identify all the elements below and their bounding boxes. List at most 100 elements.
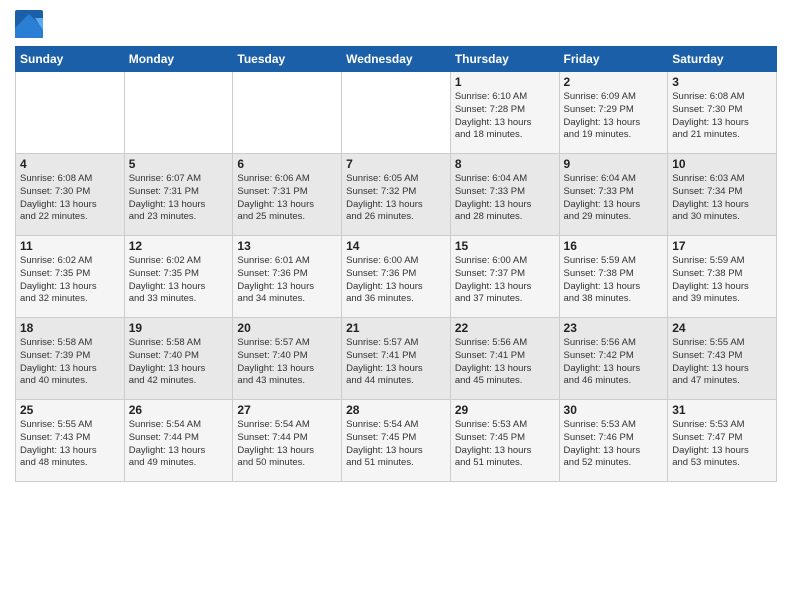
day-info: Sunrise: 5:59 AM Sunset: 7:38 PM Dayligh… bbox=[672, 255, 772, 306]
week-row-3: 11 Sunrise: 6:02 AM Sunset: 7:35 PM Dayli… bbox=[16, 236, 777, 318]
day-number: 5 bbox=[129, 157, 229, 171]
day-number: 24 bbox=[672, 321, 772, 335]
day-cell: 13Sunrise: 6:01 AM Sunset: 7:36 PM Dayli… bbox=[233, 236, 342, 318]
calendar-page: SundayMondayTuesdayWednesdayThursdayFrid… bbox=[0, 0, 792, 612]
day-info: Sunrise: 5:54 AM Sunset: 7:44 PM Dayligh… bbox=[237, 419, 337, 470]
day-info: Sunrise: 5:53 AM Sunset: 7:46 PM Dayligh… bbox=[564, 419, 664, 470]
day-info: Sunrise: 6:00 AM Sunset: 7:36 PM Dayligh… bbox=[346, 255, 446, 306]
day-cell: 26 Sunrise: 5:54 AM Sunset: 7:44 PM Dayli… bbox=[124, 400, 233, 482]
day-number: 3 bbox=[672, 75, 772, 89]
day-info: Sunrise: 6:05 AM Sunset: 7:32 PM Dayligh… bbox=[346, 173, 446, 224]
day-cell: 9 Sunrise: 6:04 AM Sunset: 7:33 PM Daylig… bbox=[559, 154, 668, 236]
day-cell: 29 Sunrise: 5:53 AM Sunset: 7:45 PM Dayli… bbox=[450, 400, 559, 482]
day-cell: 31Sunrise: 5:53 AM Sunset: 7:47 PM Dayli… bbox=[668, 400, 777, 482]
day-info: Sunrise: 6:10 AM Sunset: 7:28 PM Dayligh… bbox=[455, 91, 555, 142]
day-number: 12 bbox=[129, 239, 229, 253]
day-cell: 5 Sunrise: 6:07 AM Sunset: 7:31 PM Daylig… bbox=[124, 154, 233, 236]
day-cell: 11 Sunrise: 6:02 AM Sunset: 7:35 PM Dayli… bbox=[16, 236, 125, 318]
header-day-tuesday: Tuesday bbox=[233, 47, 342, 72]
day-number: 2 bbox=[564, 75, 664, 89]
day-number: 21 bbox=[346, 321, 446, 335]
day-number: 10 bbox=[672, 157, 772, 171]
day-number: 13 bbox=[237, 239, 337, 253]
day-number: 22 bbox=[455, 321, 555, 335]
day-info: Sunrise: 6:07 AM Sunset: 7:31 PM Dayligh… bbox=[129, 173, 229, 224]
day-cell: 10 Sunrise: 6:03 AM Sunset: 7:34 PM Dayli… bbox=[668, 154, 777, 236]
day-number: 11 bbox=[20, 239, 120, 253]
day-cell: 4Sunrise: 6:08 AM Sunset: 7:30 PM Daylig… bbox=[16, 154, 125, 236]
day-info: Sunrise: 5:56 AM Sunset: 7:41 PM Dayligh… bbox=[455, 337, 555, 388]
day-number: 26 bbox=[129, 403, 229, 417]
day-cell: 28 Sunrise: 5:54 AM Sunset: 7:45 PM Dayli… bbox=[342, 400, 451, 482]
day-cell: 12Sunrise: 6:02 AM Sunset: 7:35 PM Dayli… bbox=[124, 236, 233, 318]
day-number: 18 bbox=[20, 321, 120, 335]
day-info: Sunrise: 5:56 AM Sunset: 7:42 PM Dayligh… bbox=[564, 337, 664, 388]
day-number: 28 bbox=[346, 403, 446, 417]
day-info: Sunrise: 5:55 AM Sunset: 7:43 PM Dayligh… bbox=[20, 419, 120, 470]
week-row-2: 4Sunrise: 6:08 AM Sunset: 7:30 PM Daylig… bbox=[16, 154, 777, 236]
day-number: 25 bbox=[20, 403, 120, 417]
day-number: 17 bbox=[672, 239, 772, 253]
day-number: 9 bbox=[564, 157, 664, 171]
day-cell bbox=[342, 72, 451, 154]
calendar-table: SundayMondayTuesdayWednesdayThursdayFrid… bbox=[15, 46, 777, 482]
day-cell: 23 Sunrise: 5:56 AM Sunset: 7:42 PM Dayli… bbox=[559, 318, 668, 400]
day-number: 7 bbox=[346, 157, 446, 171]
day-info: Sunrise: 5:58 AM Sunset: 7:39 PM Dayligh… bbox=[20, 337, 120, 388]
day-cell: 20 Sunrise: 5:57 AM Sunset: 7:40 PM Dayli… bbox=[233, 318, 342, 400]
day-info: Sunrise: 6:04 AM Sunset: 7:33 PM Dayligh… bbox=[564, 173, 664, 224]
day-number: 27 bbox=[237, 403, 337, 417]
header-day-monday: Monday bbox=[124, 47, 233, 72]
day-number: 4 bbox=[20, 157, 120, 171]
day-number: 20 bbox=[237, 321, 337, 335]
day-cell: 3 Sunrise: 6:08 AM Sunset: 7:30 PM Daylig… bbox=[668, 72, 777, 154]
day-info: Sunrise: 5:57 AM Sunset: 7:41 PM Dayligh… bbox=[346, 337, 446, 388]
header-day-friday: Friday bbox=[559, 47, 668, 72]
day-number: 6 bbox=[237, 157, 337, 171]
day-info: Sunrise: 6:06 AM Sunset: 7:31 PM Dayligh… bbox=[237, 173, 337, 224]
day-cell bbox=[233, 72, 342, 154]
day-number: 14 bbox=[346, 239, 446, 253]
day-cell: 22 Sunrise: 5:56 AM Sunset: 7:41 PM Dayli… bbox=[450, 318, 559, 400]
header-day-sunday: Sunday bbox=[16, 47, 125, 72]
day-number: 23 bbox=[564, 321, 664, 335]
day-number: 16 bbox=[564, 239, 664, 253]
header-day-wednesday: Wednesday bbox=[342, 47, 451, 72]
day-cell bbox=[16, 72, 125, 154]
day-number: 8 bbox=[455, 157, 555, 171]
day-info: Sunrise: 5:54 AM Sunset: 7:45 PM Dayligh… bbox=[346, 419, 446, 470]
day-cell: 7 Sunrise: 6:05 AM Sunset: 7:32 PM Daylig… bbox=[342, 154, 451, 236]
day-cell: 30Sunrise: 5:53 AM Sunset: 7:46 PM Dayli… bbox=[559, 400, 668, 482]
day-cell: 8Sunrise: 6:04 AM Sunset: 7:33 PM Daylig… bbox=[450, 154, 559, 236]
day-cell: 2Sunrise: 6:09 AM Sunset: 7:29 PM Daylig… bbox=[559, 72, 668, 154]
day-info: Sunrise: 5:57 AM Sunset: 7:40 PM Dayligh… bbox=[237, 337, 337, 388]
day-cell: 21 Sunrise: 5:57 AM Sunset: 7:41 PM Dayli… bbox=[342, 318, 451, 400]
day-number: 1 bbox=[455, 75, 555, 89]
day-cell: 16 Sunrise: 5:59 AM Sunset: 7:38 PM Dayli… bbox=[559, 236, 668, 318]
calendar-header: SundayMondayTuesdayWednesdayThursdayFrid… bbox=[16, 47, 777, 72]
week-row-5: 25 Sunrise: 5:55 AM Sunset: 7:43 PM Dayli… bbox=[16, 400, 777, 482]
day-info: Sunrise: 5:53 AM Sunset: 7:47 PM Dayligh… bbox=[672, 419, 772, 470]
day-info: Sunrise: 5:53 AM Sunset: 7:45 PM Dayligh… bbox=[455, 419, 555, 470]
day-cell: 14 Sunrise: 6:00 AM Sunset: 7:36 PM Dayli… bbox=[342, 236, 451, 318]
header-day-saturday: Saturday bbox=[668, 47, 777, 72]
day-number: 29 bbox=[455, 403, 555, 417]
day-info: Sunrise: 5:59 AM Sunset: 7:38 PM Dayligh… bbox=[564, 255, 664, 306]
day-info: Sunrise: 6:02 AM Sunset: 7:35 PM Dayligh… bbox=[20, 255, 120, 306]
calendar-body: 1 Sunrise: 6:10 AM Sunset: 7:28 PM Daylig… bbox=[16, 72, 777, 482]
day-cell: 19Sunrise: 5:58 AM Sunset: 7:40 PM Dayli… bbox=[124, 318, 233, 400]
logo-icon bbox=[15, 10, 43, 38]
day-info: Sunrise: 6:08 AM Sunset: 7:30 PM Dayligh… bbox=[672, 91, 772, 142]
logo bbox=[15, 10, 47, 38]
day-cell: 27 Sunrise: 5:54 AM Sunset: 7:44 PM Dayli… bbox=[233, 400, 342, 482]
day-info: Sunrise: 6:03 AM Sunset: 7:34 PM Dayligh… bbox=[672, 173, 772, 224]
header-row: SundayMondayTuesdayWednesdayThursdayFrid… bbox=[16, 47, 777, 72]
header bbox=[15, 10, 777, 38]
day-info: Sunrise: 5:54 AM Sunset: 7:44 PM Dayligh… bbox=[129, 419, 229, 470]
day-cell: 17 Sunrise: 5:59 AM Sunset: 7:38 PM Dayli… bbox=[668, 236, 777, 318]
day-info: Sunrise: 5:55 AM Sunset: 7:43 PM Dayligh… bbox=[672, 337, 772, 388]
header-day-thursday: Thursday bbox=[450, 47, 559, 72]
day-info: Sunrise: 6:00 AM Sunset: 7:37 PM Dayligh… bbox=[455, 255, 555, 306]
day-number: 15 bbox=[455, 239, 555, 253]
week-row-4: 18 Sunrise: 5:58 AM Sunset: 7:39 PM Dayli… bbox=[16, 318, 777, 400]
